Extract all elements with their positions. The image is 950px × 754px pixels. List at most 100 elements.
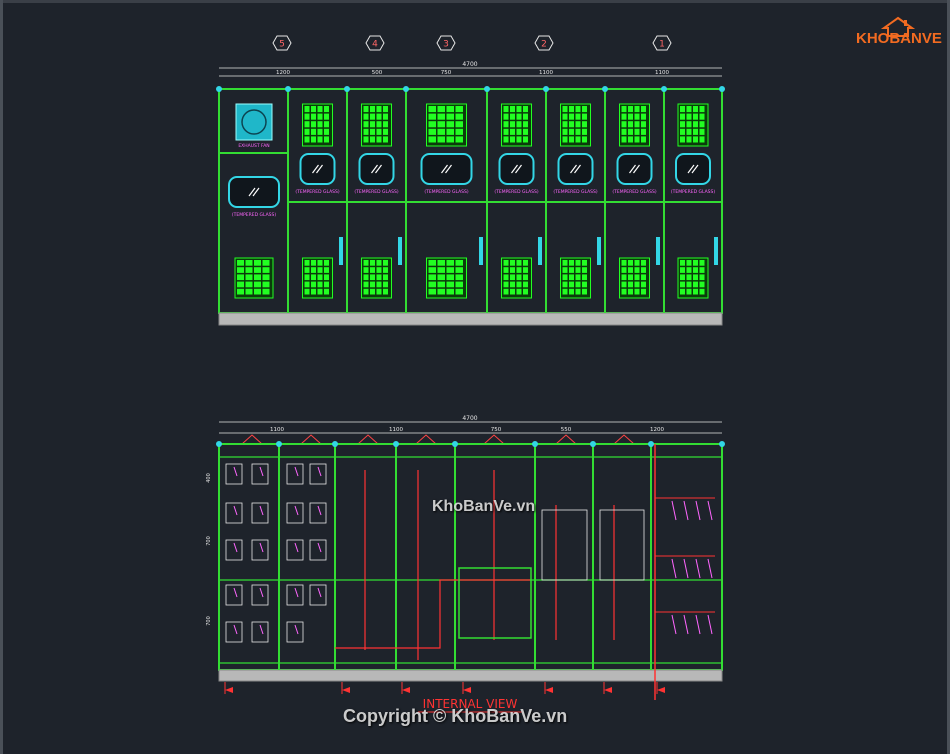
vent-slot	[634, 113, 640, 120]
vent-slot	[503, 121, 509, 128]
vent-slot	[680, 128, 685, 135]
vent-slot	[510, 113, 515, 120]
vent-slot	[693, 267, 698, 273]
vent-slot	[376, 128, 382, 135]
vent-slot	[455, 281, 463, 288]
breaker-contact	[259, 624, 264, 635]
glass-label: (TEMPERED GLASS)	[671, 189, 716, 195]
vent-slot	[428, 128, 436, 135]
vent-slot	[641, 128, 646, 135]
vent-slot	[237, 281, 244, 288]
vent-slot	[317, 281, 323, 288]
vent-slot	[621, 106, 627, 113]
vent-slot	[237, 274, 244, 281]
vent-slot	[324, 267, 329, 273]
vent-slot	[446, 136, 454, 143]
vent-slot	[428, 281, 436, 288]
hinge	[216, 86, 222, 92]
vent-slot	[324, 113, 329, 120]
vent-slot	[317, 274, 323, 281]
vent-slot	[569, 113, 574, 120]
label-marker	[299, 434, 323, 445]
vent-slot	[569, 260, 574, 266]
vent-slot	[363, 136, 369, 143]
breaker-contact	[259, 505, 264, 516]
label-marker	[482, 434, 506, 445]
vent-slot	[562, 113, 568, 120]
vent-slot	[621, 274, 627, 281]
vent-slot	[628, 121, 633, 128]
section-arrow	[604, 687, 612, 693]
vent-slot	[641, 281, 646, 288]
vent-slot	[575, 121, 581, 128]
glass-label: (TEMPERED GLASS)	[494, 189, 539, 195]
vent-slot	[324, 274, 329, 281]
vent-slot	[363, 121, 369, 128]
breaker-contact	[259, 587, 264, 598]
vent-slot	[237, 267, 244, 273]
vent-slot	[680, 106, 685, 113]
vent-slot	[641, 121, 646, 128]
outgoing-breaker	[683, 614, 689, 635]
vent-slot	[428, 113, 436, 120]
vent-slot	[503, 136, 509, 143]
vent-slot	[311, 106, 316, 113]
vent-slot	[621, 260, 627, 266]
vent-slot	[311, 281, 316, 288]
vent-slot	[523, 121, 528, 128]
vent-slot	[686, 106, 692, 113]
vent-slot	[437, 260, 445, 266]
hinge	[216, 441, 222, 447]
hinge	[602, 86, 608, 92]
vent-slot	[437, 288, 445, 295]
cabinet-base	[218, 312, 723, 326]
vent-slot	[428, 121, 436, 128]
vent-slot	[370, 128, 375, 135]
vent-slot	[383, 281, 388, 288]
vent-slot	[693, 121, 698, 128]
vent-slot	[582, 136, 587, 143]
vent-slot	[237, 288, 244, 295]
vent-slot	[428, 260, 436, 266]
tempered-glass-window	[616, 153, 653, 185]
vent-slot	[376, 121, 382, 128]
vent-slot	[634, 136, 640, 143]
panel-dimension: 1200	[650, 427, 664, 433]
vent-slot	[582, 106, 587, 113]
vent-slot	[510, 121, 515, 128]
vent-slot	[363, 260, 369, 266]
hinge	[648, 441, 654, 447]
vent-slot	[628, 128, 633, 135]
vent-slot	[428, 274, 436, 281]
vent-slot	[363, 281, 369, 288]
vent-slot	[582, 281, 587, 288]
vent-slot	[363, 128, 369, 135]
vent-slot	[510, 106, 515, 113]
breaker-contact	[233, 505, 238, 516]
vent-slot	[376, 274, 382, 281]
vent-slot	[575, 113, 581, 120]
vent-slot	[370, 136, 375, 143]
section-marker-label: 3	[443, 40, 449, 50]
vent-slot	[304, 113, 310, 120]
outgoing-breaker	[695, 500, 701, 521]
vent-slot	[699, 136, 705, 143]
vent-slot	[693, 128, 698, 135]
vent-slot	[510, 281, 515, 288]
outgoing-breaker	[707, 500, 713, 521]
vent-slot	[383, 113, 388, 120]
vent-slot	[582, 274, 587, 281]
vent-slot	[693, 136, 698, 143]
vent-slot	[686, 136, 692, 143]
vent-slot	[446, 106, 454, 113]
vent-slot	[311, 128, 316, 135]
vent-slot	[455, 274, 463, 281]
hinge	[276, 441, 282, 447]
vent-slot	[516, 128, 522, 135]
vent-slot	[562, 288, 568, 295]
vent-slot	[370, 274, 375, 281]
vent-slot	[510, 128, 515, 135]
hinge	[403, 86, 409, 92]
vent-slot	[376, 136, 382, 143]
vent-slot	[523, 106, 528, 113]
